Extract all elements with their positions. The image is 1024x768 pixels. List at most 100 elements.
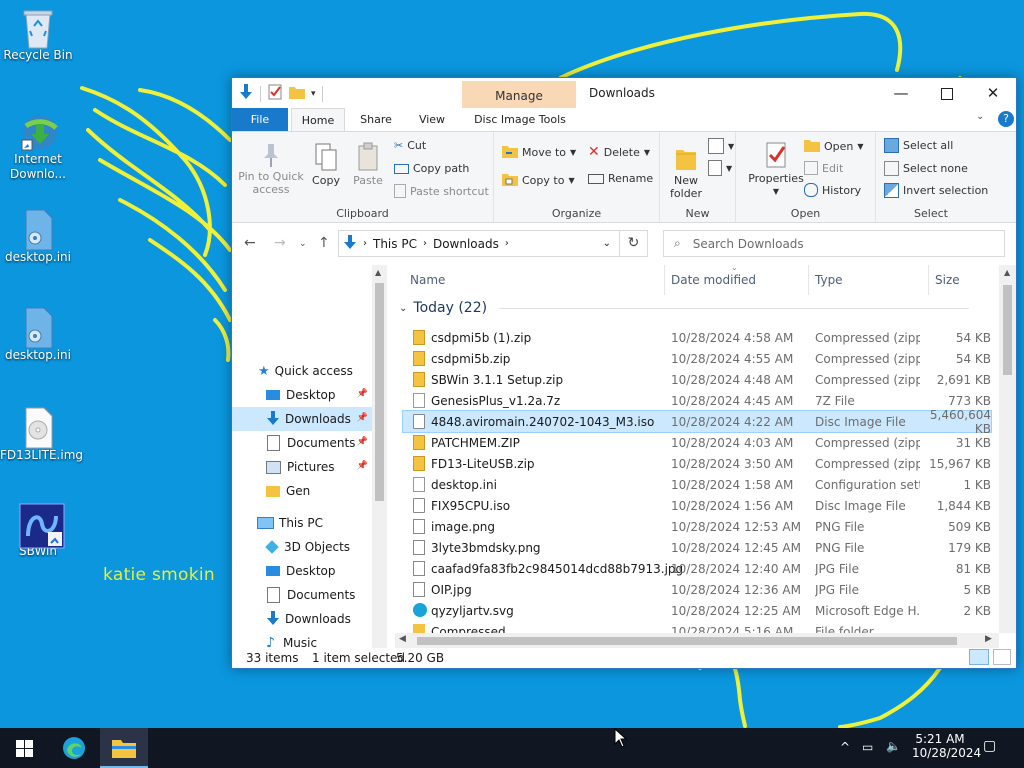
desktop-icon-desktop-ini-1[interactable]: desktop.ini [0, 208, 76, 265]
table-row[interactable]: OIP.jpg 10/28/2024 12:36 AM JPG File 5 KB [403, 579, 991, 600]
easy-access-button[interactable]: ▼ [708, 160, 732, 176]
tray-overflow-chevron-icon[interactable]: ^ [840, 740, 850, 754]
table-row[interactable]: 4848.aviromain.240702-1043_M3.iso 10/28/2… [402, 408, 992, 436]
desktop-icon-desktop-ini-2[interactable]: desktop.ini [0, 306, 76, 363]
nav-pc-desktop[interactable]: Desktop [232, 559, 372, 583]
breadcrumb-this-pc[interactable]: This PC [373, 237, 417, 251]
table-row[interactable]: GenesisPlus_v1.2a.7z 10/28/2024 4:45 AM 7Z… [403, 390, 991, 411]
details-view-icon[interactable] [969, 649, 989, 665]
vertical-scrollbar[interactable]: ▲ [999, 265, 1016, 633]
new-item-button[interactable]: ▼ [708, 138, 734, 154]
breadcrumb-downloads[interactable]: Downloads [433, 237, 499, 251]
recent-locations-chevron-icon[interactable]: ⌄ [299, 239, 307, 249]
nav-gen[interactable]: Gen [232, 479, 372, 503]
desktop-icon-recycle-bin[interactable]: Recycle Bin [0, 6, 76, 63]
table-row[interactable]: qyzyljartv.svg 10/28/2024 12:25 AM Microso… [403, 600, 991, 621]
history-button[interactable]: History [804, 183, 861, 197]
title-bar[interactable]: ▾ Manage Downloads — ✕ [232, 78, 1016, 108]
desktop-icon-sbwin[interactable]: SBWin [0, 502, 76, 559]
help-icon[interactable]: ? [998, 111, 1014, 127]
copy-to-button[interactable]: Copy to ▼ [502, 172, 575, 189]
explorer-window[interactable]: ▾ Manage Downloads — ✕ File Home Share V… [231, 77, 1017, 669]
properties-button[interactable]: Properties ▼ [746, 140, 806, 198]
nav-this-pc[interactable]: This PC [232, 511, 372, 535]
tab-home[interactable]: Home [291, 108, 345, 131]
copy-path-button[interactable]: Copy path [394, 162, 469, 175]
minimize-button[interactable]: — [878, 78, 924, 108]
nav-scrollbar-thumb[interactable] [375, 283, 384, 501]
table-row[interactable]: SBWin 3.1.1 Setup.zip 10/28/2024 4:48 AM C… [403, 369, 991, 390]
nav-pictures[interactable]: Pictures 📌 [232, 455, 372, 479]
pin-to-quick-access-button[interactable]: Pin to Quick access [236, 142, 306, 196]
select-none-button[interactable]: Select none [884, 161, 968, 176]
up-arrow-icon[interactable]: ↑ [318, 235, 330, 251]
address-dropdown-chevron-icon[interactable]: ⌄ [603, 238, 611, 249]
copy-button[interactable]: Copy [308, 142, 344, 187]
table-row[interactable]: desktop.ini 10/28/2024 1:58 AM Configurati… [403, 474, 991, 495]
tab-disc-image-tools[interactable]: Disc Image Tools [463, 108, 577, 131]
horizontal-scrollbar[interactable]: ◀ ▶ [395, 633, 999, 648]
nav-pc-downloads[interactable]: Downloads [232, 607, 372, 631]
column-separator[interactable] [664, 265, 665, 295]
tab-share[interactable]: Share [352, 108, 400, 131]
properties-check-icon[interactable] [267, 84, 283, 103]
horizontal-scrollbar-thumb[interactable] [417, 637, 957, 645]
manage-tab[interactable]: Manage [462, 81, 576, 108]
nav-documents[interactable]: Documents 📌 [232, 431, 372, 455]
table-row[interactable]: image.png 10/28/2024 12:53 AM PNG File 509 … [403, 516, 991, 537]
volume-muted-icon[interactable]: 🔈 [886, 739, 901, 753]
column-header-type[interactable]: Type [815, 265, 843, 295]
search-input[interactable]: ⌕ Search Downloads [663, 230, 1005, 257]
cut-button[interactable]: ✂ Cut [394, 139, 426, 152]
table-row[interactable]: csdpmi5b (1).zip 10/28/2024 4:58 AM Compre… [403, 327, 991, 348]
scroll-up-chevron-icon[interactable]: ▲ [375, 268, 381, 277]
nav-quick-access[interactable]: ★ Quick access [232, 359, 372, 383]
scroll-up-chevron-icon[interactable]: ▲ [1004, 268, 1010, 277]
taskbar-edge[interactable] [50, 728, 98, 768]
desktop-icon-internet-download-manager[interactable]: Internet Downlo... [0, 110, 76, 182]
move-to-button[interactable]: Move to ▼ [502, 144, 576, 161]
group-header-today[interactable]: ⌄ Today (22) [399, 300, 970, 316]
nav-music[interactable]: ♪ Music [232, 631, 372, 648]
taskbar-file-explorer[interactable] [100, 728, 148, 768]
nav-downloads[interactable]: Downloads 📌 [232, 407, 372, 431]
new-folder-icon[interactable] [289, 85, 305, 102]
qat-dropdown-icon[interactable]: ▾ [311, 89, 316, 99]
new-folder-button[interactable]: New folder [666, 142, 706, 200]
table-row[interactable]: PATCHMEM.ZIP 10/28/2024 4:03 AM Compressed… [403, 432, 991, 453]
delete-button[interactable]: ✕ Delete ▼ [588, 144, 650, 160]
table-row[interactable]: caafad9fa83fb2c9845014dcd88b7913.jpg 10/2… [403, 558, 991, 579]
network-icon[interactable]: ▭ [862, 740, 873, 754]
paste-shortcut-button[interactable]: Paste shortcut [394, 184, 489, 198]
tab-file[interactable]: File [232, 108, 288, 131]
nav-pc-documents[interactable]: Documents [232, 583, 372, 607]
nav-3d-objects[interactable]: 3D Objects [232, 535, 372, 559]
rename-button[interactable]: Rename [588, 172, 653, 185]
nav-desktop[interactable]: Desktop 📌 [232, 383, 372, 407]
scroll-right-chevron-icon[interactable]: ▶ [985, 634, 992, 644]
column-separator[interactable] [928, 265, 929, 295]
refresh-button[interactable]: ↻ [620, 230, 648, 257]
select-all-button[interactable]: Select all [884, 138, 953, 153]
table-row[interactable]: FIX95CPU.iso 10/28/2024 1:56 AM Disc Image… [403, 495, 991, 516]
desktop-icon-fd13lite-img[interactable]: FD13LITE.img [0, 406, 83, 463]
down-arrow-icon[interactable] [238, 83, 254, 104]
paste-button[interactable]: Paste [350, 142, 386, 187]
forward-arrow-icon[interactable]: → [274, 235, 286, 251]
start-button[interactable] [0, 728, 48, 768]
edit-button[interactable]: Edit [804, 161, 843, 175]
close-button[interactable]: ✕ [970, 78, 1016, 108]
chevron-down-icon[interactable]: ⌄ [976, 111, 984, 122]
table-row[interactable]: 3lyte3bmdsky.png 10/28/2024 12:45 AM PNG F… [403, 537, 991, 558]
nav-scrollbar[interactable]: ▲ [372, 265, 387, 648]
column-header-size[interactable]: Size [935, 265, 960, 295]
tray-clock[interactable]: 5:21 AM 10/28/2024 [912, 732, 981, 760]
column-separator[interactable] [808, 265, 809, 295]
back-arrow-icon[interactable]: ← [244, 235, 256, 251]
tab-view[interactable]: View [408, 108, 456, 131]
table-row[interactable]: csdpmi5b.zip 10/28/2024 4:55 AM Compressed… [403, 348, 991, 369]
column-header-name[interactable]: Name [410, 265, 445, 295]
table-row[interactable]: FD13-LiteUSB.zip 10/28/2024 3:50 AM Compre… [403, 453, 991, 474]
maximize-button[interactable] [924, 78, 970, 108]
invert-selection-button[interactable]: Invert selection [884, 183, 988, 198]
